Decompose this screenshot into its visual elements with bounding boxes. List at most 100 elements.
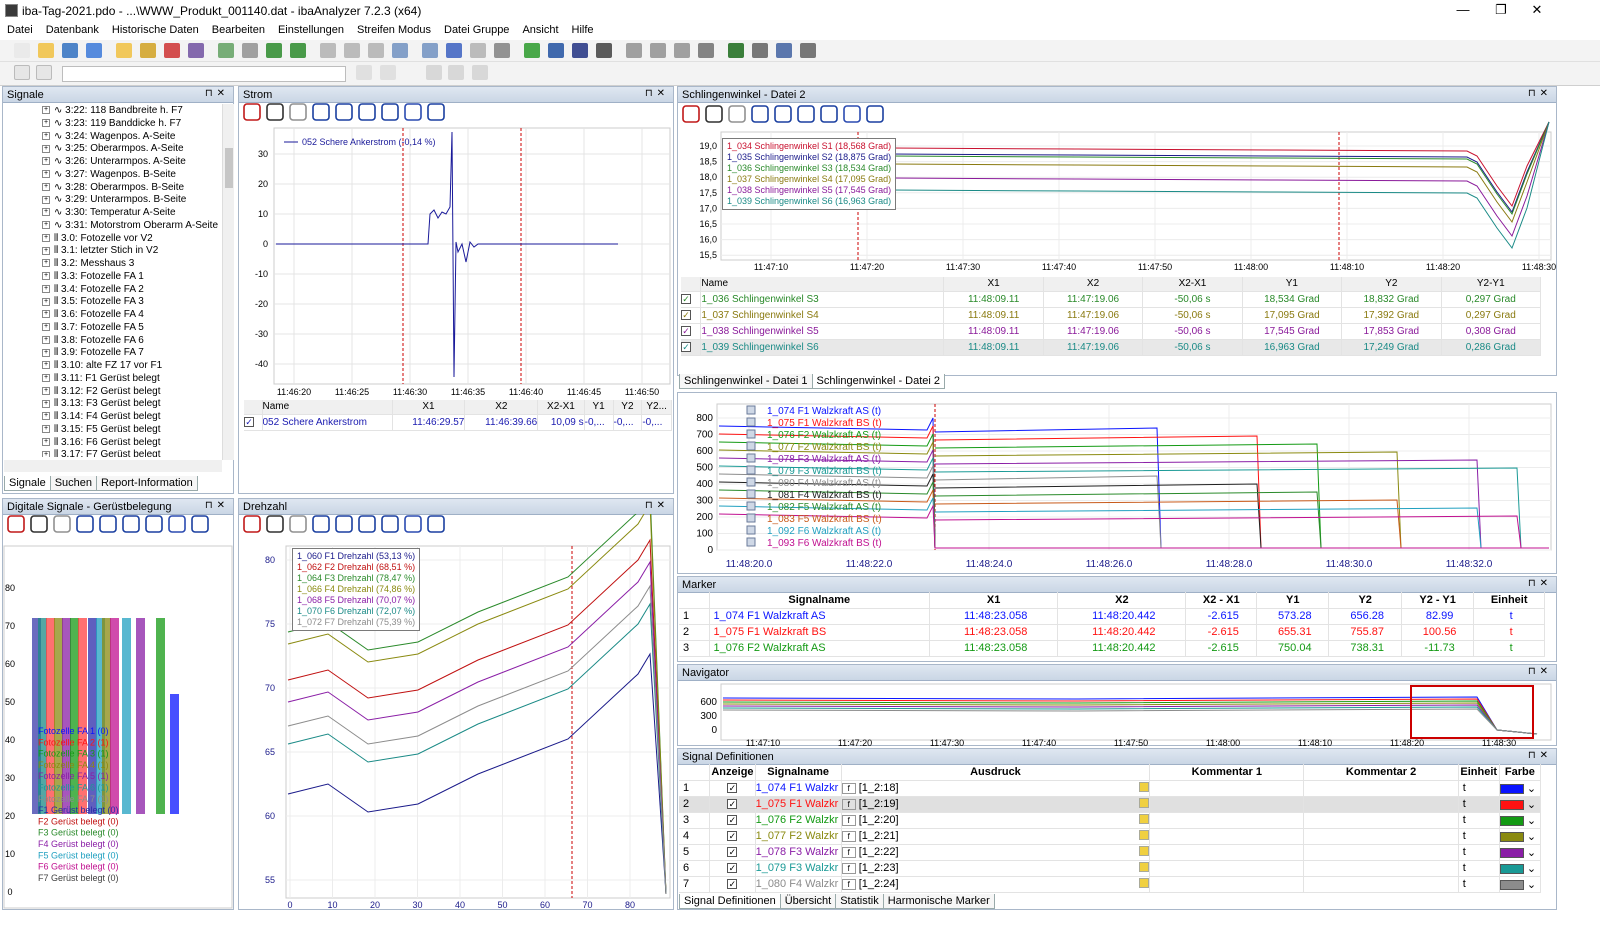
expand-icon[interactable]: + (42, 399, 50, 408)
toolbar-icon[interactable] (446, 43, 462, 58)
chart-tool-icon[interactable] (335, 103, 353, 121)
col-header[interactable]: X2-X1 (537, 400, 585, 415)
toolbar-icon[interactable] (494, 43, 510, 58)
col-header[interactable]: Einheit (1458, 764, 1500, 781)
tree-item[interactable]: + ⫴ 3.17: F7 Gerüst belegt (4, 449, 222, 457)
col-header[interactable]: X1 (392, 400, 466, 415)
unit[interactable]: t (1458, 844, 1500, 861)
chart-tool-icon[interactable] (7, 515, 25, 533)
col-header[interactable]: Kommentar 2 (1303, 764, 1459, 781)
menu-bearbeiten[interactable]: Bearbeiten (205, 22, 271, 36)
col-header[interactable]: Y2 (1328, 592, 1402, 609)
expression[interactable]: [1_2:19] (859, 798, 899, 810)
info-icon[interactable] (1139, 878, 1149, 888)
col-header[interactable]: Signalname (709, 592, 931, 609)
table-row[interactable]: 2 ✓ 1_075 F1 Walzkr f [1_2:19] t ⌄ (679, 796, 1542, 813)
col-header[interactable]: Y2-Y1 (1441, 277, 1542, 292)
expression[interactable]: [1_2:24] (859, 878, 899, 890)
toolbar-icon[interactable] (422, 43, 438, 58)
tree-item[interactable]: + ∿ 3:27: Wagenpos. B-Seite (4, 169, 222, 182)
display-checkbox[interactable]: ✓ (727, 799, 738, 809)
expand-icon[interactable]: + (42, 425, 50, 434)
chart-tool-icon[interactable] (358, 103, 376, 121)
comment-2[interactable] (1303, 860, 1459, 877)
formula-icon[interactable]: f (841, 783, 856, 794)
legend-checkbox[interactable] (746, 537, 756, 547)
chart-tool-icon[interactable] (53, 515, 71, 533)
tab-signale[interactable]: Signale (4, 476, 51, 491)
minimize-button[interactable]: — (1448, 2, 1478, 20)
menu-datei-gruppe[interactable]: Datei Gruppe (437, 22, 515, 36)
unit[interactable]: t (1458, 812, 1500, 829)
chart-tool-icon[interactable] (76, 515, 94, 533)
tree-item[interactable]: + ∿ 3:31: Motorstrom Oberarm A-Seite (4, 220, 222, 233)
comment-1[interactable] (1149, 796, 1305, 813)
chart-tool-icon[interactable] (866, 105, 884, 123)
formula-icon[interactable]: f (841, 799, 856, 810)
toolbar-icon[interactable] (448, 65, 464, 80)
expand-icon[interactable]: + (42, 386, 50, 395)
toolbar-icon[interactable] (116, 43, 132, 58)
comment-2[interactable] (1303, 812, 1459, 829)
tree-hscrollbar[interactable] (4, 460, 222, 472)
expand-icon[interactable]: + (42, 233, 50, 242)
toolbar-icon[interactable] (188, 43, 204, 58)
chart-tool-icon[interactable] (335, 515, 353, 533)
legend-checkbox[interactable] (746, 489, 756, 499)
chart-tool-icon[interactable] (168, 515, 186, 533)
expand-icon[interactable]: + (42, 335, 50, 344)
toolbar-icon[interactable] (14, 65, 30, 80)
info-icon[interactable] (1139, 782, 1149, 792)
tree-item[interactable]: + ∿ 3:30: Temperatur A-Seite (4, 207, 222, 220)
menu-datenbank[interactable]: Datenbank (39, 22, 105, 36)
chart-tool-icon[interactable] (820, 105, 838, 123)
signal-name[interactable]: 1_079 F3 Walzkr (755, 860, 842, 877)
chart-tool-icon[interactable] (191, 515, 209, 533)
tree-item[interactable]: + ∿ 3:28: Oberarmpos. B-Seite (4, 182, 222, 195)
legend-checkbox[interactable] (746, 441, 756, 451)
tree-scrollbar[interactable] (222, 104, 234, 460)
comment-1[interactable] (1149, 860, 1305, 877)
unit[interactable]: t (1458, 876, 1500, 893)
comment-2[interactable] (1303, 796, 1459, 813)
color-picker[interactable]: ⌄ (1499, 828, 1542, 845)
expand-icon[interactable]: + (42, 157, 50, 166)
expand-icon[interactable]: + (42, 106, 50, 115)
tree-item[interactable]: + ⫴ 3.13: F3 Gerüst belegt (4, 398, 222, 411)
tab-report[interactable]: Report-Information (96, 476, 198, 491)
pin-close-icon[interactable]: ⊓✕ (1528, 88, 1552, 99)
chart-tool-icon[interactable] (312, 515, 330, 533)
table-row[interactable]: 2 1_075 F1 Walzkraft BS 11:48:23.058 11:48:… (679, 624, 1545, 641)
expand-icon[interactable]: + (42, 221, 50, 230)
chart-tool-icon[interactable] (843, 105, 861, 123)
tree-item[interactable]: + ⫴ 3.15: F5 Gerüst belegt (4, 424, 222, 437)
tree-item[interactable]: + ⫴ 3.12: F2 Gerüst belegt (4, 386, 222, 399)
close-button[interactable]: ✕ (1522, 2, 1552, 20)
expand-icon[interactable]: + (42, 297, 50, 306)
expand-icon[interactable]: + (42, 272, 50, 281)
pin-close-icon[interactable]: ⊓✕ (1528, 750, 1552, 761)
table-row[interactable]: ✓ 1_038 Schlingenwinkel S5 11:48:09.11 11:4… (681, 323, 1542, 340)
unit[interactable]: t (1458, 780, 1500, 797)
col-header[interactable]: X2 (1057, 592, 1187, 609)
tree-item[interactable]: + ⫴ 3.16: F6 Gerüst belegt (4, 437, 222, 450)
toolbar-icon[interactable] (14, 43, 30, 58)
signal-name[interactable]: 1_076 F2 Walzkr (755, 812, 842, 829)
toolbar-icon[interactable] (674, 43, 690, 58)
toolbar-icon[interactable] (242, 43, 258, 58)
comment-2[interactable] (1303, 828, 1459, 845)
col-header[interactable]: Einheit (1473, 592, 1545, 609)
display-checkbox[interactable]: ✓ (727, 783, 738, 793)
visibility-checkbox[interactable]: ✓ (681, 325, 691, 336)
toolbar-icon[interactable] (572, 43, 588, 58)
chart-tool-icon[interactable] (289, 103, 307, 121)
col-header[interactable]: Y2 - Y1 (1401, 592, 1475, 609)
menu-streifen-modus[interactable]: Streifen Modus (350, 22, 437, 36)
menu-historische-daten[interactable]: Historische Daten (105, 22, 205, 36)
col-header[interactable]: Anzeige (709, 764, 756, 781)
chart-tool-icon[interactable] (797, 105, 815, 123)
table-row[interactable]: 4 ✓ 1_077 F2 Walzkr f [1_2:21] t ⌄ (679, 828, 1542, 845)
col-header[interactable]: X1 (943, 277, 1044, 292)
expand-icon[interactable]: + (42, 348, 50, 357)
toolbar-icon[interactable] (86, 43, 102, 58)
